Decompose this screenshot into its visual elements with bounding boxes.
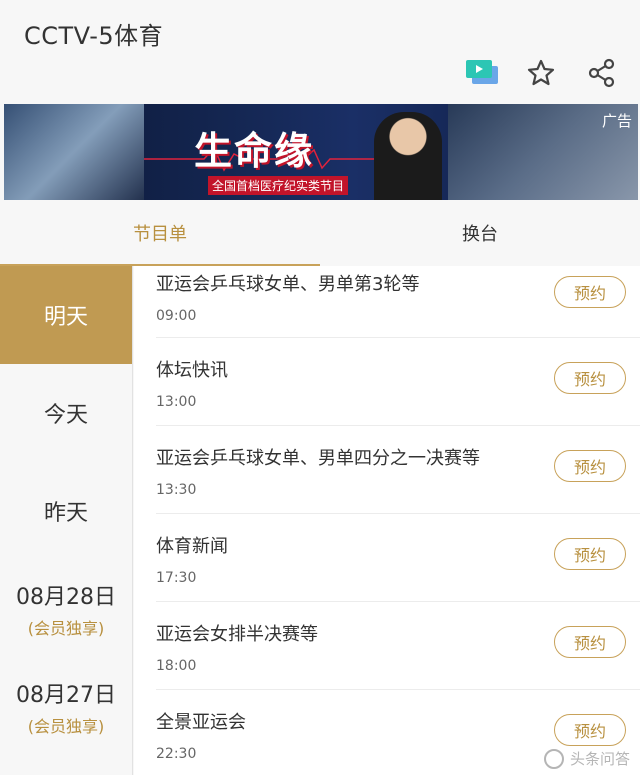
reserve-button[interactable]: 预约 [554,714,626,746]
banner-logo-text: 生命缘 [194,128,315,173]
star-icon[interactable] [526,58,556,88]
banner-photo-left [4,104,144,200]
day-0827[interactable]: 08月27日 (会员独享) [0,658,132,756]
program-name: 体坛快讯 [156,360,228,381]
program-item: 亚运会女排半决赛等 18:00 预约 [156,602,640,690]
banner-host-photo [374,112,442,200]
date-sidebar: 明天 今天 昨天 08月28日 (会员独享) 08月27日 (会员独享) [0,266,133,775]
watermark: 头条问答 [543,748,630,769]
program-time: 17:30 [156,570,197,586]
program-time: 13:30 [156,482,197,498]
tv-icon[interactable] [464,58,500,88]
program-name: 体育新闻 [156,536,228,557]
program-list: 亚运会乒乓球女单、男单第3轮等 09:00 预约 体坛快讯 13:00 预约 亚… [134,266,640,775]
day-tomorrow[interactable]: 明天 [0,266,132,364]
reserve-button[interactable]: 预约 [554,626,626,658]
reserve-button[interactable]: 预约 [554,362,626,394]
ad-banner[interactable]: 生命缘 全国首档医疗纪实类节目 广告 [4,104,638,200]
day-label: 今天 [43,403,88,428]
app-header: CCTV-5体育 [0,0,640,104]
day-label: 明天 [43,305,88,330]
reserve-button[interactable]: 预约 [554,538,626,570]
program-time: 22:30 [156,746,197,762]
program-item: 亚运会乒乓球女单、男单四分之一决赛等 13:30 预约 [156,426,640,514]
program-time: 09:00 [156,308,197,324]
member-only-label: (会员独享) [27,619,105,638]
tab-switch-channel[interactable]: 换台 [320,200,640,266]
member-only-label: (会员独享) [27,717,105,736]
day-yesterday[interactable]: 昨天 [0,462,132,560]
banner-subtitle: 全国首档医疗纪实类节目 [208,176,349,195]
tab-bar: 节目单 换台 [0,200,640,266]
reserve-button[interactable]: 预约 [554,276,626,308]
day-label: 08月27日 [16,683,116,708]
page-title: CCTV-5体育 [24,22,164,50]
watermark-logo-icon [543,748,564,769]
program-name: 亚运会女排半决赛等 [156,624,318,645]
program-name: 亚运会乒乓球女单、男单四分之一决赛等 [156,448,480,469]
day-0828[interactable]: 08月28日 (会员独享) [0,560,132,658]
tab-schedule[interactable]: 节目单 [0,200,320,266]
day-label: 昨天 [43,501,88,526]
program-item: 体坛快讯 13:00 预约 [156,338,640,426]
program-item: 亚运会乒乓球女单、男单第3轮等 09:00 预约 [156,266,640,338]
program-name: 全景亚运会 [156,712,246,733]
reserve-button[interactable]: 预约 [554,450,626,482]
ad-label: 广告 [601,112,632,130]
watermark-text: 头条问答 [569,750,630,768]
program-item: 体育新闻 17:30 预约 [156,514,640,602]
day-today[interactable]: 今天 [0,364,132,462]
program-time: 18:00 [156,658,197,674]
program-name: 亚运会乒乓球女单、男单第3轮等 [156,274,420,295]
program-time: 13:00 [156,394,197,410]
day-label: 08月28日 [16,585,116,610]
share-icon[interactable] [587,58,617,88]
